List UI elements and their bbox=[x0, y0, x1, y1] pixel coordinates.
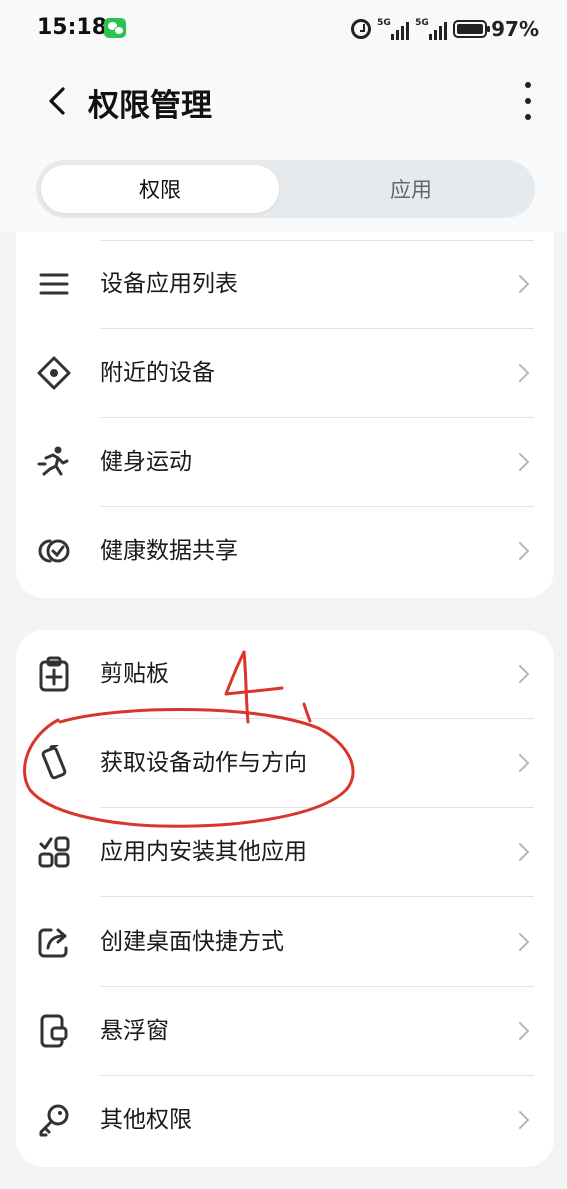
chevron-right-icon bbox=[519, 1111, 529, 1129]
battery-icon bbox=[453, 20, 491, 38]
chevron-right-icon bbox=[519, 933, 529, 951]
status-time: 15:18 bbox=[37, 15, 108, 40]
permission-item-clipboard[interactable]: 剪贴板 bbox=[16, 630, 554, 719]
signal-icon: 5G bbox=[377, 18, 410, 40]
chevron-right-icon bbox=[519, 364, 529, 382]
permission-item-other[interactable]: 其他权限 bbox=[16, 1076, 554, 1165]
top-bar: 15:18 5G 5G 97% 权限管理 权限 应用 bbox=[0, 0, 567, 232]
more-options-icon[interactable] bbox=[523, 82, 533, 120]
permission-label: 悬浮窗 bbox=[100, 1018, 169, 1044]
floating-window-icon bbox=[40, 1014, 68, 1048]
shortcut-icon bbox=[38, 928, 68, 958]
tab-switcher: 权限 应用 bbox=[36, 160, 535, 218]
permission-item-fitness[interactable]: 健身运动 bbox=[16, 418, 554, 507]
permission-label: 创建桌面快捷方式 bbox=[100, 929, 284, 955]
health-share-icon bbox=[38, 539, 70, 563]
divider bbox=[100, 896, 534, 897]
battery-indicator: 97% bbox=[453, 17, 539, 41]
permission-label: 获取设备动作与方向 bbox=[100, 750, 307, 776]
device-motion-icon bbox=[41, 745, 67, 780]
back-arrow-icon[interactable] bbox=[44, 86, 74, 116]
running-icon bbox=[37, 446, 69, 476]
list-icon bbox=[39, 273, 69, 295]
permission-label: 设备应用列表 bbox=[100, 271, 238, 297]
page-title: 权限管理 bbox=[88, 88, 212, 124]
status-bar: 15:18 5G 5G 97% bbox=[0, 0, 567, 60]
chevron-right-icon bbox=[519, 843, 529, 861]
permission-item-nearby-devices[interactable]: 附近的设备 bbox=[16, 329, 554, 418]
permission-label: 其他权限 bbox=[100, 1107, 192, 1133]
permission-group-1: 设备应用列表 附近的设备 健身运动 健康数据共享 bbox=[16, 232, 554, 598]
permission-label: 剪贴板 bbox=[100, 661, 169, 687]
chevron-right-icon bbox=[519, 1022, 529, 1040]
alarm-icon bbox=[351, 19, 372, 39]
permission-item-install-apps[interactable]: 应用内安装其他应用 bbox=[16, 808, 554, 897]
permission-label: 附近的设备 bbox=[100, 360, 215, 386]
chevron-right-icon bbox=[519, 542, 529, 560]
status-icons: 5G 5G 97% bbox=[351, 16, 539, 42]
permission-item-device-app-list[interactable]: 设备应用列表 bbox=[16, 240, 554, 329]
permission-label: 健身运动 bbox=[100, 449, 192, 475]
permission-item-floating-window[interactable]: 悬浮窗 bbox=[16, 987, 554, 1076]
chevron-right-icon bbox=[519, 453, 529, 471]
tab-permissions[interactable]: 权限 bbox=[41, 165, 279, 213]
install-apps-icon bbox=[38, 836, 70, 868]
key-icon bbox=[39, 1104, 69, 1137]
chevron-right-icon bbox=[519, 275, 529, 293]
network-label: 5G bbox=[377, 18, 391, 28]
permission-item-health-share[interactable]: 健康数据共享 bbox=[16, 507, 554, 596]
permission-item-desktop-shortcut[interactable]: 创建桌面快捷方式 bbox=[16, 898, 554, 987]
chevron-right-icon bbox=[519, 665, 529, 683]
permission-group-2: 剪贴板 获取设备动作与方向 应用内安装其他应用 创建桌面快捷方式 悬浮窗 其他权… bbox=[16, 630, 554, 1167]
network-label: 5G bbox=[415, 18, 429, 28]
clipboard-icon bbox=[39, 656, 69, 692]
battery-percent: 97% bbox=[491, 17, 539, 41]
permission-item-device-motion[interactable]: 获取设备动作与方向 bbox=[16, 719, 554, 808]
chevron-right-icon bbox=[519, 754, 529, 772]
permission-label: 应用内安装其他应用 bbox=[100, 839, 307, 865]
tab-apps[interactable]: 应用 bbox=[292, 165, 530, 213]
permission-label: 健康数据共享 bbox=[100, 538, 238, 564]
nearby-devices-icon bbox=[37, 356, 71, 390]
signal-icon: 5G bbox=[415, 18, 448, 40]
wechat-icon bbox=[104, 18, 126, 38]
